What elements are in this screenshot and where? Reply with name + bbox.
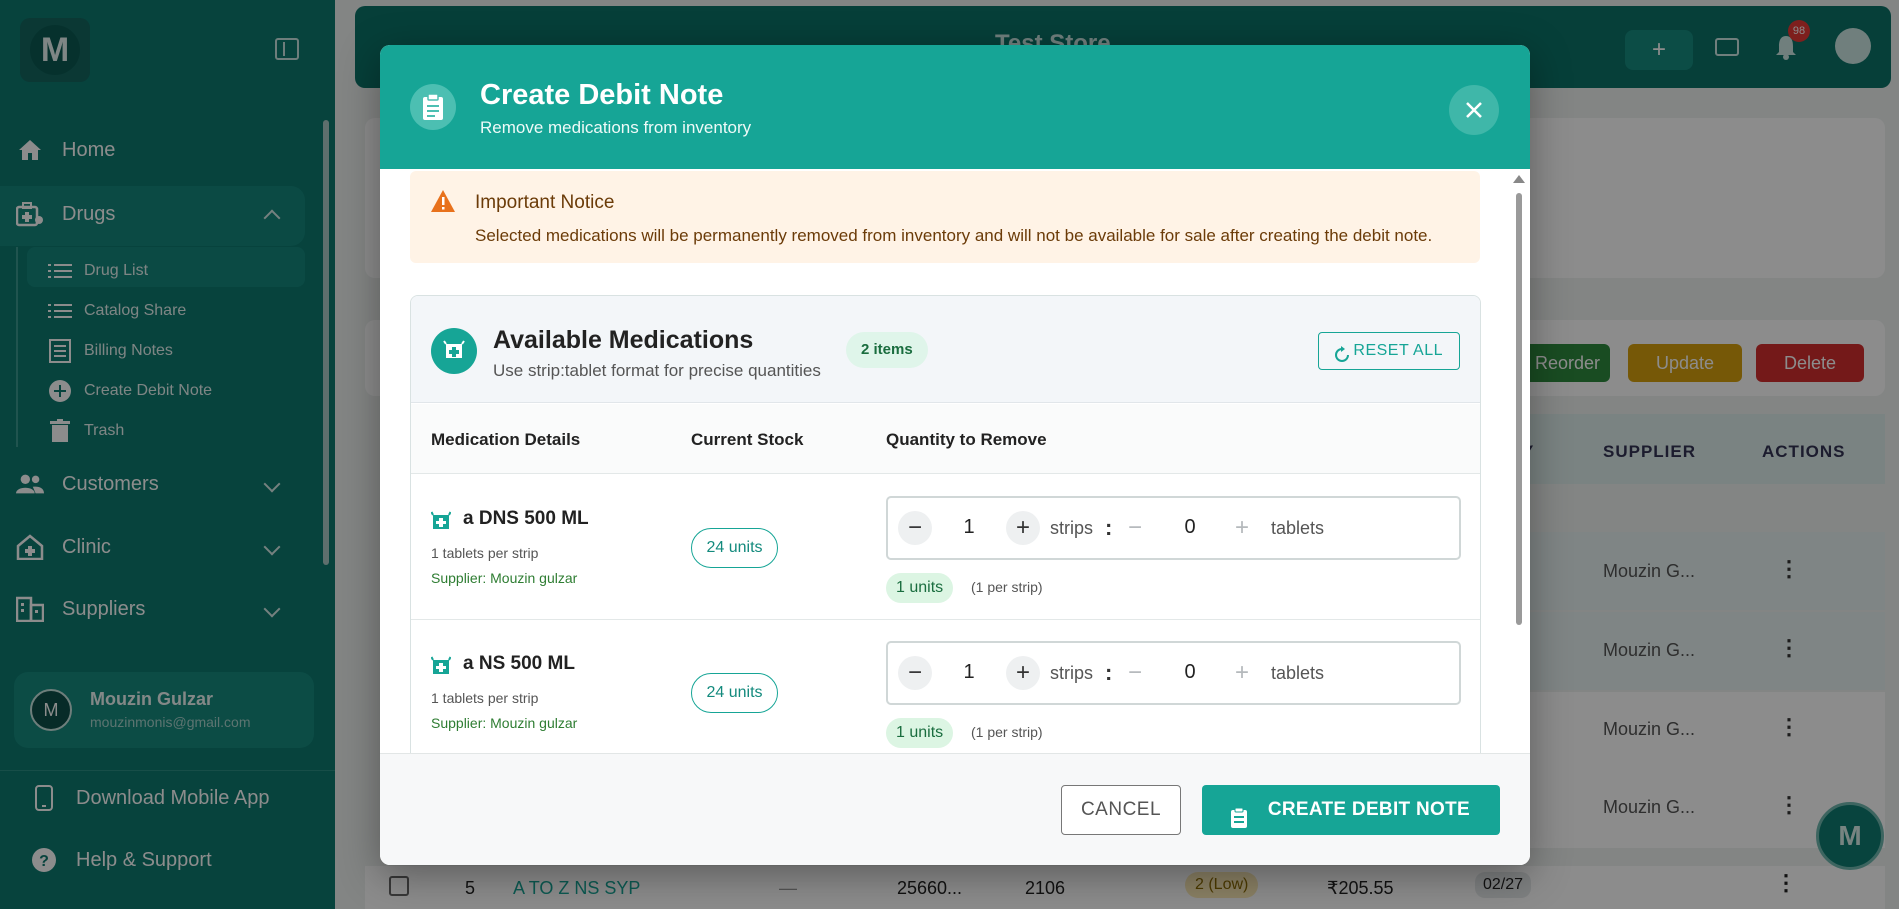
- refresh-icon: [1333, 342, 1351, 378]
- medication-per-strip: 1 tablets per strip: [431, 545, 539, 561]
- medication-supplier: Supplier: Mouzin gulzar: [431, 570, 578, 586]
- strips-value[interactable]: 1: [954, 661, 984, 684]
- modal-header: Create Debit Note Remove medications fro…: [380, 45, 1530, 169]
- medications-table-header: Medication Details Current Stock Quantit…: [411, 404, 1480, 474]
- tablets-value[interactable]: 0: [1175, 516, 1205, 539]
- medications-subtitle: Use strip:tablet format for precise quan…: [493, 361, 821, 380]
- medication-icon: [430, 656, 452, 681]
- notice-title: Important Notice: [475, 192, 615, 213]
- modal-subtitle: Remove medications from inventory: [480, 118, 752, 137]
- per-strip-note: (1 per strip): [971, 579, 1043, 595]
- tablets-value[interactable]: 0: [1175, 661, 1205, 684]
- quantity-stepper: − 1 + strips : − 0 + tablets: [886, 641, 1461, 705]
- medication-name: a NS 500 ML: [463, 653, 575, 674]
- modal-footer: CANCEL CREATE DEBIT NOTE: [380, 753, 1530, 865]
- create-debit-note-label: CREATE DEBIT NOTE: [1267, 799, 1470, 820]
- per-strip-note: (1 per strip): [971, 724, 1043, 740]
- strips-value[interactable]: 1: [954, 516, 984, 539]
- reset-all-label: RESET ALL: [1353, 342, 1443, 359]
- medications-title: Available Medications: [493, 326, 754, 354]
- column-medication-details: Medication Details: [431, 430, 581, 449]
- clipboard-icon: [1230, 799, 1248, 849]
- decrease-tablets-button[interactable]: −: [1118, 511, 1152, 545]
- modal-scrollbar-thumb[interactable]: [1516, 193, 1522, 625]
- available-medications-card: Available Medications Use strip:tablet f…: [410, 295, 1481, 799]
- modal-title: Create Debit Note: [480, 79, 724, 111]
- strips-label: strips: [1050, 518, 1094, 538]
- medication-supplier: Supplier: Mouzin gulzar: [431, 715, 578, 731]
- medications-card-header: Available Medications Use strip:tablet f…: [411, 296, 1480, 403]
- medication-row: a NS 500 ML 1 tablets per strip Supplier…: [411, 620, 1480, 765]
- tablets-label: tablets: [1271, 663, 1325, 683]
- current-stock-badge: 24 units: [691, 673, 778, 713]
- units-to-remove-badge: 1 units: [886, 573, 954, 603]
- medication-per-strip: 1 tablets per strip: [431, 690, 539, 706]
- reset-all-button[interactable]: RESET ALL: [1318, 332, 1460, 370]
- close-button[interactable]: [1449, 85, 1499, 135]
- scroll-up-arrow[interactable]: [1513, 175, 1525, 183]
- create-debit-note-button[interactable]: CREATE DEBIT NOTE: [1202, 785, 1500, 835]
- strips-label: strips: [1050, 663, 1094, 683]
- cancel-button[interactable]: CANCEL: [1061, 785, 1181, 835]
- decrease-strips-button[interactable]: −: [898, 511, 932, 545]
- medication-name: a DNS 500 ML: [463, 508, 589, 529]
- increase-strips-button[interactable]: +: [1006, 511, 1040, 545]
- units-to-remove-badge: 1 units: [886, 718, 954, 748]
- modal-body: Important Notice Selected medications wi…: [380, 169, 1530, 799]
- medication-icon: [431, 328, 477, 374]
- medication-row: a DNS 500 ML 1 tablets per strip Supplie…: [411, 475, 1480, 620]
- notice-text: Selected medications will be permanently…: [475, 226, 1433, 245]
- tablets-label: tablets: [1271, 518, 1325, 538]
- close-icon: [1466, 102, 1482, 118]
- current-stock-badge: 24 units: [691, 528, 778, 568]
- decrease-strips-button[interactable]: −: [898, 656, 932, 690]
- create-debit-note-modal: Create Debit Note Remove medications fro…: [380, 45, 1530, 865]
- column-current-stock: Current Stock: [691, 430, 804, 449]
- important-notice: Important Notice Selected medications wi…: [410, 171, 1480, 263]
- increase-strips-button[interactable]: +: [1006, 656, 1040, 690]
- decrease-tablets-button[interactable]: −: [1118, 656, 1152, 690]
- warning-icon: [430, 189, 456, 218]
- medication-icon: [430, 511, 452, 536]
- increase-tablets-button[interactable]: +: [1225, 656, 1259, 690]
- column-quantity-to-remove: Quantity to Remove: [886, 430, 1047, 449]
- items-count-badge: 2 items: [846, 332, 928, 368]
- quantity-separator: :: [1105, 515, 1113, 540]
- increase-tablets-button[interactable]: +: [1225, 511, 1259, 545]
- clipboard-icon: [410, 84, 456, 130]
- quantity-stepper: − 1 + strips : − 0 + tablets: [886, 496, 1461, 560]
- quantity-separator: :: [1105, 660, 1113, 685]
